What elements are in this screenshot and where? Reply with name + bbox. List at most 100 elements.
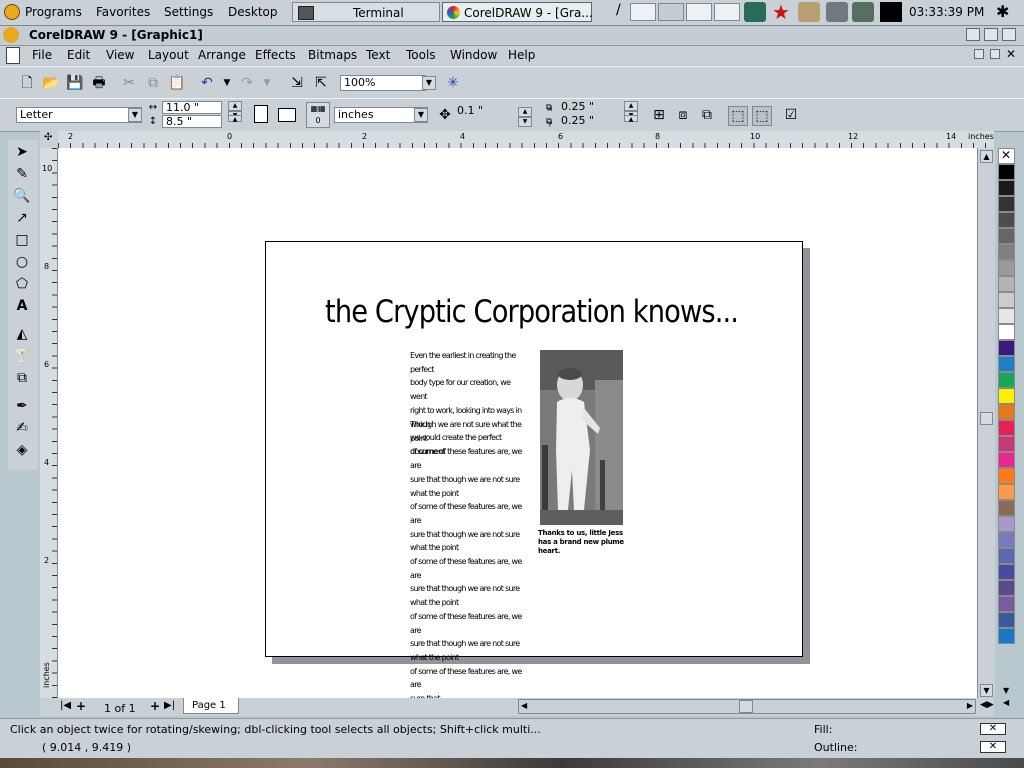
scroll-up-icon[interactable]: ▲ bbox=[980, 150, 993, 163]
import-icon[interactable]: ⇲ bbox=[288, 74, 306, 92]
text-tool-icon[interactable]: A bbox=[11, 296, 33, 316]
units-dropdown-icon[interactable]: ▼ bbox=[414, 108, 428, 122]
disk-icon[interactable] bbox=[826, 2, 848, 22]
menu-help[interactable]: Help bbox=[508, 48, 535, 62]
snap-to-grid-icon[interactable]: ⊞ bbox=[650, 106, 668, 124]
color-swatch[interactable] bbox=[998, 372, 1015, 388]
landscape-icon[interactable] bbox=[278, 108, 296, 122]
eyedropper-tool-icon[interactable]: ✒ bbox=[11, 396, 33, 416]
color-swatch[interactable] bbox=[998, 164, 1015, 180]
window-titlebar[interactable]: CorelDRAW 9 - [Graphic1] bbox=[0, 26, 1024, 46]
menu-text[interactable]: Text bbox=[366, 48, 390, 62]
doc-restore-button[interactable] bbox=[974, 49, 984, 59]
outline-none-icon[interactable]: ✕ bbox=[980, 741, 1006, 753]
netscape-icon[interactable] bbox=[744, 2, 766, 22]
color-swatch[interactable] bbox=[998, 564, 1015, 580]
color-swatch[interactable] bbox=[998, 244, 1015, 260]
color-swatch[interactable] bbox=[998, 292, 1015, 308]
pager-desktop-4[interactable] bbox=[714, 3, 740, 21]
zoom-tool-icon[interactable]: 🔍 bbox=[11, 186, 33, 206]
menu-arrange[interactable]: Arrange bbox=[198, 48, 246, 62]
scroll-right-icon[interactable]: ▶ bbox=[967, 701, 973, 710]
paper-type-field[interactable]: Letter bbox=[16, 107, 142, 123]
add-page-before-icon[interactable]: + bbox=[76, 699, 86, 713]
color-swatch[interactable] bbox=[998, 580, 1015, 596]
duplicate-x-field[interactable]: 0.25 " bbox=[558, 101, 618, 114]
menu-effects[interactable]: Effects bbox=[255, 48, 296, 62]
redo-dropdown-icon[interactable]: ▼ bbox=[258, 74, 276, 92]
color-swatch[interactable] bbox=[998, 260, 1015, 276]
taskbar-desktop[interactable]: Desktop bbox=[228, 3, 278, 21]
horizontal-scrollbar[interactable]: ◀ ▶ bbox=[518, 699, 976, 714]
ruler-origin[interactable]: ✣ bbox=[40, 131, 58, 148]
ruler-top[interactable]: 2 0 2 4 6 8 10 12 14 inches bbox=[58, 131, 994, 149]
color-swatch[interactable] bbox=[998, 452, 1015, 468]
application-launcher-icon[interactable]: ✳ bbox=[444, 74, 462, 92]
task-terminal[interactable]: Terminal bbox=[292, 2, 440, 22]
color-swatch[interactable] bbox=[998, 516, 1015, 532]
monitor-icon[interactable] bbox=[852, 2, 874, 22]
black-screen-icon[interactable] bbox=[880, 2, 902, 22]
transparency-tool-icon[interactable]: 🍸 bbox=[11, 346, 33, 366]
save-icon[interactable]: 💾 bbox=[66, 74, 84, 92]
color-swatch[interactable] bbox=[998, 500, 1015, 516]
snap-to-guidelines-icon[interactable]: ⧈ bbox=[674, 106, 692, 124]
color-swatch[interactable] bbox=[998, 212, 1015, 228]
taskbar-favorites[interactable]: Favorites bbox=[96, 3, 150, 21]
fill-none-icon[interactable]: ✕ bbox=[980, 723, 1006, 735]
horizontal-scroll-thumb[interactable] bbox=[739, 700, 753, 713]
pager-desktop-3[interactable] bbox=[686, 3, 712, 21]
pages-count-box[interactable]: ▦▦ 0 bbox=[306, 102, 330, 128]
menu-window[interactable]: Window bbox=[450, 48, 497, 62]
page-height-spinner[interactable]: ▲ bbox=[228, 115, 242, 129]
color-swatch[interactable] bbox=[998, 228, 1015, 244]
minimize-button[interactable] bbox=[966, 28, 980, 41]
no-fill-swatch[interactable]: ✕ bbox=[998, 148, 1015, 164]
doc-maximize-button[interactable] bbox=[990, 49, 1000, 59]
paper-type-dropdown-icon[interactable]: ▼ bbox=[128, 108, 142, 122]
options-icon[interactable]: ☑ bbox=[782, 106, 800, 124]
pick-tool-icon[interactable]: ➤ bbox=[11, 142, 33, 162]
freehand-tool-icon[interactable]: ↗ bbox=[11, 208, 33, 228]
page-tab[interactable]: Page 1 bbox=[183, 698, 239, 714]
menu-layout[interactable]: Layout bbox=[148, 48, 189, 62]
portrait-icon[interactable] bbox=[254, 105, 268, 123]
color-swatch[interactable] bbox=[998, 324, 1015, 340]
pager-desktop-2[interactable] bbox=[658, 3, 684, 21]
paste-icon[interactable]: 📋 bbox=[168, 74, 186, 92]
editor-icon[interactable] bbox=[798, 2, 820, 22]
rectangle-tool-icon[interactable]: □ bbox=[11, 230, 33, 250]
doc-close-icon[interactable]: ✕ bbox=[1006, 47, 1016, 61]
page-height-field[interactable]: 8.5 " bbox=[162, 115, 222, 128]
scroll-down-icon[interactable]: ▼ bbox=[980, 684, 993, 697]
close-button[interactable] bbox=[1002, 28, 1016, 41]
ellipse-tool-icon[interactable]: ○ bbox=[11, 252, 33, 272]
vertical-scrollbar[interactable]: ▲ ▼ bbox=[977, 148, 995, 698]
photo-caption[interactable]: Thanks to us, little Jess has a brand ne… bbox=[538, 529, 630, 556]
menu-edit[interactable]: Edit bbox=[67, 48, 90, 62]
duplicate-y-spinner[interactable]: ▲ bbox=[624, 115, 638, 129]
color-swatch[interactable] bbox=[998, 340, 1015, 356]
taskbar-settings[interactable]: Settings bbox=[164, 3, 213, 21]
document-icon[interactable] bbox=[6, 47, 20, 64]
add-page-after-icon[interactable]: + bbox=[150, 699, 160, 713]
last-page-icon[interactable]: ▶| bbox=[164, 700, 175, 711]
color-swatch[interactable] bbox=[998, 628, 1015, 644]
snap-to-objects-icon[interactable]: ⧉ bbox=[698, 106, 716, 124]
star-icon[interactable]: ★ bbox=[770, 2, 792, 22]
new-icon[interactable]: 🗋 bbox=[18, 74, 36, 92]
color-swatch[interactable] bbox=[998, 196, 1015, 212]
print-icon[interactable]: 🖶 bbox=[90, 74, 108, 92]
palette-scroll-down-icon[interactable]: ▼ bbox=[1003, 686, 1009, 695]
color-swatch[interactable] bbox=[998, 468, 1015, 484]
color-swatch[interactable] bbox=[998, 436, 1015, 452]
shape-tool-icon[interactable]: ✎ bbox=[11, 164, 33, 184]
treat-as-filled-icon[interactable]: ⬚ bbox=[728, 106, 748, 126]
child-photo[interactable] bbox=[540, 350, 623, 525]
fill-tool-icon[interactable]: ◈ bbox=[11, 440, 33, 460]
palette-expand-icon[interactable]: ◀ bbox=[1003, 698, 1009, 707]
ruler-left[interactable]: 10 8 6 4 2 inches bbox=[40, 148, 58, 698]
color-swatch[interactable] bbox=[998, 596, 1015, 612]
cut-icon[interactable]: ✂ bbox=[120, 74, 138, 92]
page-width-field[interactable]: 11.0 " bbox=[162, 101, 222, 114]
